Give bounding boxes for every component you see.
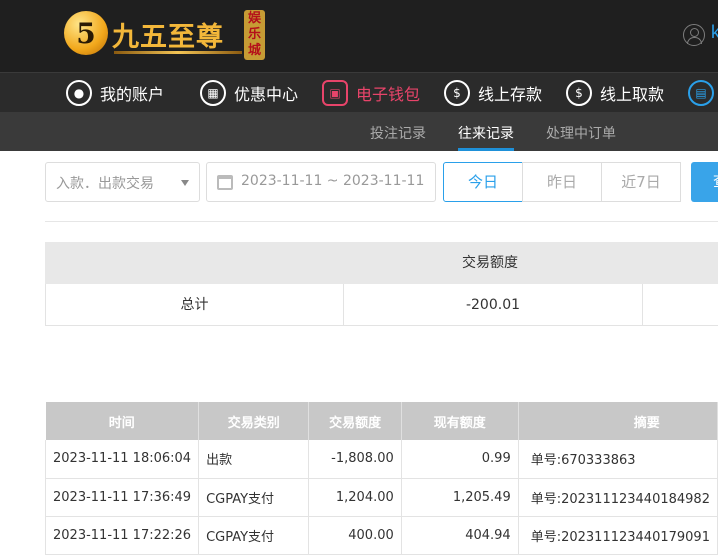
chevron-down-icon <box>181 180 189 186</box>
logo-title: 九五至尊 <box>112 22 224 53</box>
logo-emblem: 5 <box>64 11 108 55</box>
nav-item-deposit[interactable]: $ 线上存款 <box>444 79 542 107</box>
cell-time: 2023-11-11 17:36:49 <box>44 478 200 517</box>
nav-item-account[interactable]: ● 我的账户 <box>66 79 164 107</box>
nav-item-promotions[interactable]: ▦ 优惠中心 <box>200 79 298 107</box>
logo-badge-char: 娱 <box>247 11 261 26</box>
column-header-amount[interactable]: 交易额度 <box>308 402 402 440</box>
sub-nav: 投注记录 往来记录 处理中订单 <box>0 113 718 151</box>
cell-balance: 404.94 <box>401 516 519 555</box>
cell-note: 单号:202311123440179091 <box>518 516 718 555</box>
cell-amount: -1,808.00 <box>308 440 402 479</box>
summary-table: 交易额度 总计 -200.01 <box>45 242 718 326</box>
nav-item-more[interactable]: ▤ <box>688 79 718 107</box>
nav-item-label: 优惠中心 <box>234 85 299 104</box>
nav-item-label: 我的账户 <box>100 85 165 104</box>
nav-item-label: 线上存款 <box>478 85 543 104</box>
nav-item-label: 电子钱包 <box>356 85 421 104</box>
cell-type: CGPAY支付 <box>198 516 310 555</box>
cell-note: 单号:202311123440184982 <box>518 478 718 517</box>
table-row[interactable]: 2023-11-11 17:22:26 CGPAY支付 400.00 404.9… <box>44 516 718 555</box>
filter-bar: 入款．出款交易 2023-11-11 ~ 2023-11-11 今日 昨日 近7… <box>0 162 718 202</box>
last-7-days-button[interactable]: 近7日 <box>601 162 681 202</box>
user-circle-icon: ● <box>66 80 92 106</box>
summary-header-label: 交易额度 <box>462 255 518 271</box>
summary-total-label: 总计 <box>46 284 344 326</box>
summary-total-value: -200.01 <box>344 284 643 326</box>
active-tab-indicator <box>458 148 514 151</box>
top-header: 5 九五至尊 娱乐城 k <box>0 0 718 72</box>
date-range-input[interactable]: 2023-11-11 ~ 2023-11-11 <box>206 162 436 202</box>
table-row[interactable]: 2023-11-11 17:36:49 CGPAY支付 1,204.00 1,2… <box>44 478 718 517</box>
divider <box>45 221 718 222</box>
column-header-type[interactable]: 交易类别 <box>198 402 310 440</box>
cell-type: CGPAY支付 <box>198 478 310 517</box>
calendar-icon <box>217 175 233 190</box>
column-header-summary[interactable]: 摘要 <box>518 402 718 440</box>
logo-underline <box>114 51 242 54</box>
user-icon[interactable] <box>683 24 705 46</box>
table-row[interactable]: 2023-11-11 18:06:04 出款 -1,808.00 0.99 单号… <box>44 440 718 479</box>
cell-balance: 0.99 <box>401 440 519 479</box>
logo-badge-char: 乐 <box>247 27 261 42</box>
withdraw-icon: $ <box>566 80 592 106</box>
deposit-icon: $ <box>444 80 470 106</box>
cell-time: 2023-11-11 18:06:04 <box>44 440 200 479</box>
column-header-time[interactable]: 时间 <box>45 402 200 440</box>
wallet-icon: ▣ <box>322 80 348 106</box>
tab-bet-records[interactable]: 投注记录 <box>370 123 426 143</box>
cell-amount: 400.00 <box>308 516 402 555</box>
logo-badge: 娱乐城 <box>244 10 265 60</box>
transaction-type-select[interactable]: 入款．出款交易 <box>45 162 200 202</box>
select-value: 入款．出款交易 <box>56 176 154 192</box>
cell-time: 2023-11-11 17:22:26 <box>44 516 200 555</box>
more-icon: ▤ <box>688 80 714 106</box>
search-button[interactable]: 查 <box>691 162 718 202</box>
table-header-row: 时间 交易类别 交易额度 现有额度 摘要 <box>45 402 718 440</box>
yesterday-button[interactable]: 昨日 <box>522 162 602 202</box>
today-button[interactable]: 今日 <box>443 162 523 202</box>
summary-header: 交易额度 <box>45 242 718 284</box>
logo-badge-char: 城 <box>247 43 261 58</box>
nav-item-withdraw[interactable]: $ 线上取款 <box>566 79 664 107</box>
cell-amount: 1,204.00 <box>308 478 402 517</box>
nav-item-label: 线上取款 <box>600 85 665 104</box>
column-header-balance[interactable]: 现有额度 <box>401 402 519 440</box>
summary-row: 总计 -200.01 <box>45 284 718 326</box>
date-range-value: 2023-11-11 ~ 2023-11-11 <box>241 173 425 189</box>
nav-item-wallet[interactable]: ▣ 电子钱包 <box>322 79 420 107</box>
cell-balance: 1,205.49 <box>401 478 519 517</box>
records-table: 时间 交易类别 交易额度 现有额度 摘要 2023-11-11 18:06:04… <box>44 402 718 555</box>
logo-numeral: 5 <box>76 17 96 50</box>
cell-note: 单号:670333863 <box>518 440 718 479</box>
brand-logo[interactable]: 5 九五至尊 娱乐城 <box>64 7 274 63</box>
gift-icon: ▦ <box>200 80 226 106</box>
cell-type: 出款 <box>198 440 310 479</box>
user-initial[interactable]: k <box>711 22 718 43</box>
tab-pending-orders[interactable]: 处理中订单 <box>546 123 616 143</box>
main-nav: ● 我的账户 ▦ 优惠中心 ▣ 电子钱包 $ 线上存款 $ 线上取款 ▤ <box>0 72 718 113</box>
tab-transaction-records[interactable]: 往来记录 <box>458 123 514 143</box>
